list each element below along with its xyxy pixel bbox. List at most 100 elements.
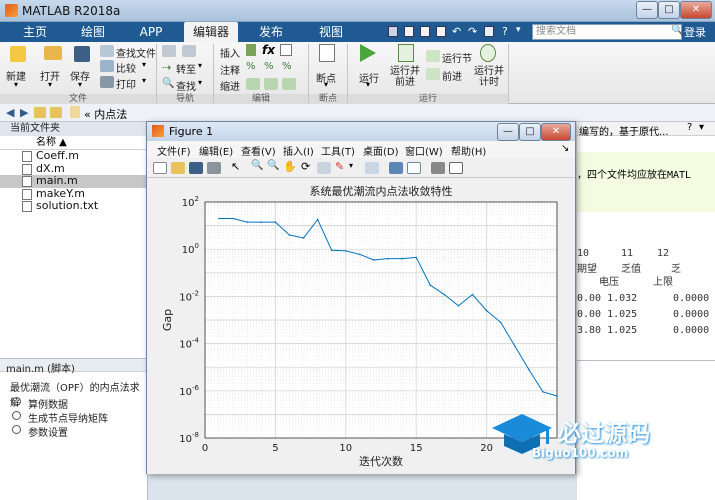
address-path[interactable]: « 内点法 <box>84 106 127 122</box>
forward-arrow-icon[interactable]: ▶ <box>20 106 28 119</box>
forward-nav-icon[interactable] <box>182 45 196 57</box>
menu-edit[interactable]: 编辑(E) <box>199 143 233 158</box>
maximize-button[interactable]: □ <box>658 1 680 19</box>
save-figure-icon[interactable] <box>189 162 203 174</box>
wrap-comment-icon[interactable]: % <box>282 61 292 72</box>
indent-button[interactable]: 缩进 <box>220 78 240 93</box>
data-point <box>471 293 474 296</box>
search-input[interactable]: 搜索文档 <box>532 24 682 40</box>
file-name: main.m <box>36 174 78 187</box>
login-link[interactable]: 登录 <box>684 24 706 40</box>
chevron-down-icon[interactable]: ▾ <box>349 161 353 170</box>
open-file-icon[interactable] <box>171 162 185 174</box>
minimize-button[interactable]: — <box>636 1 658 19</box>
figure-minimize-button[interactable]: — <box>497 123 519 141</box>
cut-quick-icon[interactable] <box>404 26 414 37</box>
save-button[interactable]: 保存 ▾ <box>70 46 94 90</box>
title-bar: MATLAB R2018a — □ ✕ <box>0 0 715 22</box>
menu-insert[interactable]: 插入(I) <box>283 143 314 158</box>
tab-plots[interactable]: 绘图 <box>72 22 114 42</box>
run-section-button[interactable]: 运行节 <box>426 50 472 65</box>
chevron-down-icon[interactable]: ▾ <box>699 122 704 133</box>
menu-window[interactable]: 窗口(W) <box>405 143 443 158</box>
matlab-figure-icon <box>152 125 164 137</box>
pointer-icon[interactable]: ↖ <box>231 160 240 173</box>
insert-icon[interactable] <box>246 44 256 56</box>
data-point <box>274 221 277 223</box>
comment-icon[interactable]: % <box>246 61 256 72</box>
browse-folder-icon[interactable] <box>50 107 62 118</box>
insert-section-icon[interactable] <box>280 44 292 56</box>
figure-maximize-button[interactable]: □ <box>519 123 541 141</box>
undo-icon[interactable]: ↶ <box>452 25 461 38</box>
tab-apps[interactable]: APP <box>130 22 172 42</box>
breakpoints-button[interactable]: 断点 ▾ <box>312 44 344 90</box>
run-button[interactable]: 运行 ▾ <box>355 44 385 90</box>
find-button[interactable]: 🔍 查找 ▾ <box>162 78 206 93</box>
find-files-button[interactable]: 查找文件 <box>100 45 156 60</box>
link-plot-icon[interactable] <box>365 162 379 174</box>
increase-indent-icon[interactable] <box>264 78 278 90</box>
section-label: 算例数据 <box>28 400 68 411</box>
colorbar-icon[interactable] <box>389 162 403 174</box>
menu-tools[interactable]: 工具(T) <box>321 143 355 158</box>
tab-publish[interactable]: 发布 <box>250 22 292 42</box>
legend-icon[interactable] <box>407 162 421 174</box>
back-nav-icon[interactable] <box>162 45 176 57</box>
help-icon[interactable]: ? <box>502 25 508 38</box>
insert-button[interactable]: 插入 <box>220 45 240 60</box>
advance-button[interactable]: 前进 <box>426 68 470 83</box>
switch-windows-icon[interactable] <box>484 26 494 37</box>
show-tools-icon[interactable] <box>449 162 463 174</box>
redo-icon[interactable]: ↷ <box>468 25 477 38</box>
pan-icon[interactable]: ✋ <box>283 160 297 173</box>
smart-indent-icon[interactable] <box>246 78 260 90</box>
print-figure-icon[interactable] <box>207 162 221 174</box>
new-figure-icon[interactable] <box>153 162 167 174</box>
brush-icon[interactable]: ✎ <box>335 160 344 173</box>
data-point <box>288 234 291 236</box>
chevron-down-icon[interactable]: ▾ <box>516 25 521 35</box>
chevron-down-icon: ▾ <box>78 80 83 89</box>
menu-desktop[interactable]: 桌面(D) <box>363 143 399 158</box>
folder-up-icon[interactable] <box>34 107 46 118</box>
function-icon[interactable]: fx <box>262 43 275 57</box>
zoom-in-icon[interactable]: 🔍 <box>251 160 263 171</box>
col-header: 12 <box>657 248 670 259</box>
uncomment-icon[interactable]: % <box>264 61 274 72</box>
data-cursor-icon[interactable] <box>317 162 331 174</box>
file-item[interactable]: Coeff.m <box>0 150 147 163</box>
save-quick-icon[interactable] <box>388 26 398 37</box>
compare-button[interactable]: 比较 ▾ <box>100 60 152 75</box>
help-icon[interactable]: ? <box>687 122 692 133</box>
menu-view[interactable]: 查看(V) <box>241 143 276 158</box>
run-and-advance-button[interactable]: 运行并 前进 <box>390 44 424 90</box>
section-label: 生成节点导纳矩阵 <box>28 414 108 425</box>
goto-button[interactable]: ⇢ 转至 ▾ <box>162 61 206 76</box>
run-and-time-button[interactable]: 运行并 计时 <box>472 44 506 90</box>
dock-arrow-icon[interactable]: ↘ <box>561 143 569 154</box>
close-button[interactable]: ✕ <box>680 1 712 19</box>
column-header-name[interactable]: 名称 ▲ <box>0 136 147 150</box>
tab-view[interactable]: 视图 <box>310 22 352 42</box>
decrease-indent-icon[interactable] <box>282 78 296 90</box>
search-icon[interactable]: 🔍 <box>671 25 683 36</box>
rotate-icon[interactable]: ⟳ <box>301 160 310 173</box>
paste-quick-icon[interactable] <box>436 26 446 37</box>
tab-editor[interactable]: 编辑器 <box>184 22 238 42</box>
comment-button[interactable]: 注释 <box>220 62 240 77</box>
menu-help[interactable]: 帮助(H) <box>451 143 486 158</box>
zoom-out-icon[interactable]: 🔍 <box>267 160 279 171</box>
data-point <box>513 345 516 347</box>
back-arrow-icon[interactable]: ◀ <box>6 106 14 119</box>
data-point <box>415 256 418 259</box>
copy-quick-icon[interactable] <box>420 26 430 37</box>
open-button[interactable]: 打开 ▾ <box>40 46 64 90</box>
tab-home[interactable]: 主页 <box>14 22 56 42</box>
menu-file[interactable]: 文件(F) <box>157 143 191 158</box>
new-button[interactable]: 新建 ▾ <box>6 46 30 90</box>
hide-tools-icon[interactable] <box>431 162 445 174</box>
figure-close-button[interactable]: ✕ <box>541 123 571 141</box>
file-item[interactable]: solution.txt <box>0 200 147 213</box>
print-button[interactable]: 打印 ▾ <box>100 76 152 91</box>
